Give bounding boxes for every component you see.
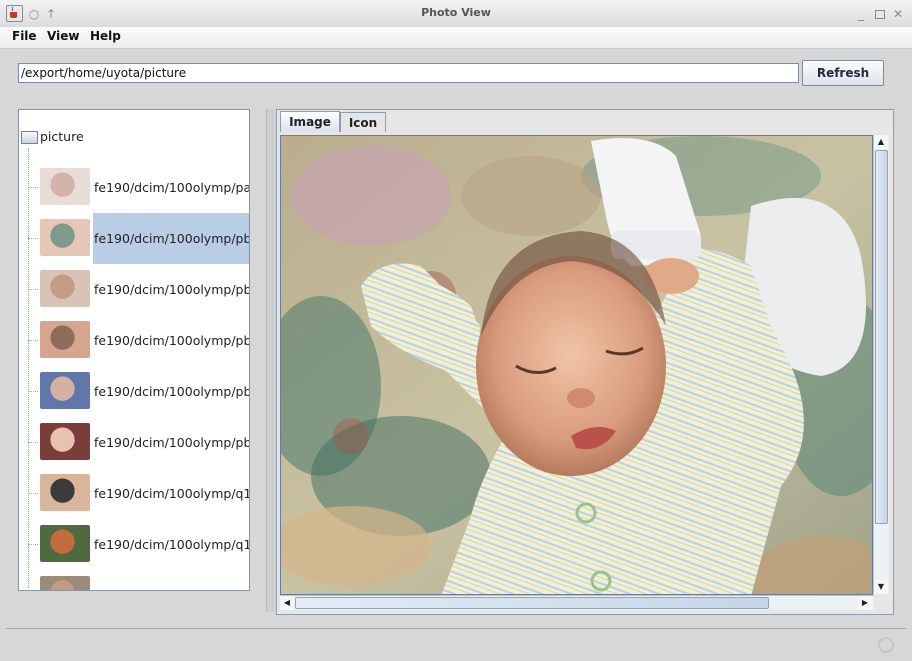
busy-indicator-icon bbox=[878, 637, 894, 653]
image-horizontal-scrollbar[interactable]: ◀ ▶ bbox=[280, 595, 874, 610]
menu-help[interactable]: Help bbox=[90, 29, 121, 43]
tree-connector bbox=[28, 544, 38, 545]
maximize-icon[interactable] bbox=[875, 10, 885, 19]
tree-connector bbox=[28, 391, 38, 392]
photo-thumbnail bbox=[40, 219, 90, 256]
tab-image[interactable]: Image bbox=[280, 111, 340, 132]
tree-item[interactable]: fe190/dcim/100olymp/pb bbox=[19, 366, 250, 417]
tree-item[interactable]: fe190/dcim/100olymp/pb bbox=[19, 213, 249, 264]
tree-item-label: fe190/dcim/100olymp/pb bbox=[94, 282, 250, 297]
scroll-thumb-h[interactable] bbox=[295, 597, 769, 609]
photo-thumbnail bbox=[40, 423, 90, 460]
photo-thumbnail bbox=[40, 576, 90, 590]
tree-connector bbox=[28, 289, 38, 290]
tree-item[interactable]: fe190/dcim/100olymp/pb bbox=[19, 264, 250, 315]
tree-root-label: picture bbox=[40, 129, 84, 144]
window-title: Photo View bbox=[421, 6, 491, 19]
tree-item[interactable]: fe190/dcim/100olymp/pb bbox=[19, 315, 250, 366]
scroll-thumb[interactable] bbox=[875, 150, 888, 524]
scroll-up-button[interactable]: ▲ bbox=[874, 135, 888, 149]
photo-thumbnail bbox=[40, 525, 90, 562]
tree-connector bbox=[28, 340, 38, 341]
photo-thumbnail bbox=[40, 474, 90, 511]
tree-connector bbox=[28, 493, 38, 494]
tree-item[interactable]: fe190/dcim/100olymp/q1 bbox=[19, 570, 249, 590]
photo-thumbnail bbox=[40, 321, 90, 358]
tree-item[interactable]: fe190/dcim/100olymp/q1 bbox=[19, 468, 250, 519]
tree-connector bbox=[28, 442, 38, 443]
tree-item[interactable]: fe190/dcim/100olymp/q1 bbox=[19, 519, 250, 570]
folder-icon bbox=[21, 131, 38, 144]
baby-photo bbox=[281, 136, 872, 594]
minimize-icon[interactable]: _ bbox=[854, 7, 868, 21]
tab-icon[interactable]: Icon bbox=[340, 112, 386, 132]
tree-vertical-scrollbar[interactable]: ▲ ▼ bbox=[249, 110, 250, 588]
tree-item-label: fe190/dcim/100olymp/pb bbox=[94, 435, 250, 450]
refresh-button[interactable]: Refresh bbox=[802, 60, 884, 86]
tree-connector bbox=[28, 187, 38, 188]
menu-view[interactable]: View bbox=[47, 29, 79, 43]
photo-view bbox=[280, 135, 873, 595]
tree-item-label: fe190/dcim/100olymp/q1 bbox=[94, 537, 250, 552]
title-bar: ○ ↑ Photo View _ ✕ bbox=[0, 0, 912, 28]
split-pane-divider[interactable] bbox=[266, 109, 275, 612]
status-separator bbox=[6, 628, 906, 629]
photo-thumbnail bbox=[40, 168, 90, 205]
close-icon[interactable]: ✕ bbox=[891, 7, 905, 21]
tree-item-label: fe190/dcim/100olymp/pb bbox=[94, 384, 250, 399]
scroll-down-button[interactable]: ▼ bbox=[874, 580, 888, 594]
file-tree[interactable]: picture fe190/dcim/100olymp/pa fe190/dcim… bbox=[18, 109, 250, 591]
scroll-left-button[interactable]: ◀ bbox=[280, 596, 294, 610]
tree-item-label: fe190/dcim/100olymp/q1 bbox=[93, 570, 249, 590]
tree-item-label: fe190/dcim/100olymp/q1 bbox=[94, 486, 250, 501]
image-vertical-scrollbar[interactable]: ▲ ▼ bbox=[873, 135, 889, 594]
photo-thumbnail bbox=[40, 372, 90, 409]
menu-bar: File View Help bbox=[0, 27, 912, 49]
menu-file[interactable]: File bbox=[12, 29, 37, 43]
tree-item-label: fe190/dcim/100olymp/pb bbox=[93, 213, 249, 264]
scroll-right-button[interactable]: ▶ bbox=[858, 596, 872, 610]
tree-item-label: fe190/dcim/100olymp/pa bbox=[94, 180, 250, 195]
tree-item[interactable]: fe190/dcim/100olymp/pa bbox=[19, 162, 250, 213]
photo-thumbnail bbox=[40, 270, 90, 307]
tree-connector bbox=[28, 238, 38, 239]
path-input[interactable] bbox=[18, 63, 799, 83]
tree-item[interactable]: fe190/dcim/100olymp/pb bbox=[19, 417, 250, 468]
tree-item-label: fe190/dcim/100olymp/pb bbox=[94, 333, 250, 348]
